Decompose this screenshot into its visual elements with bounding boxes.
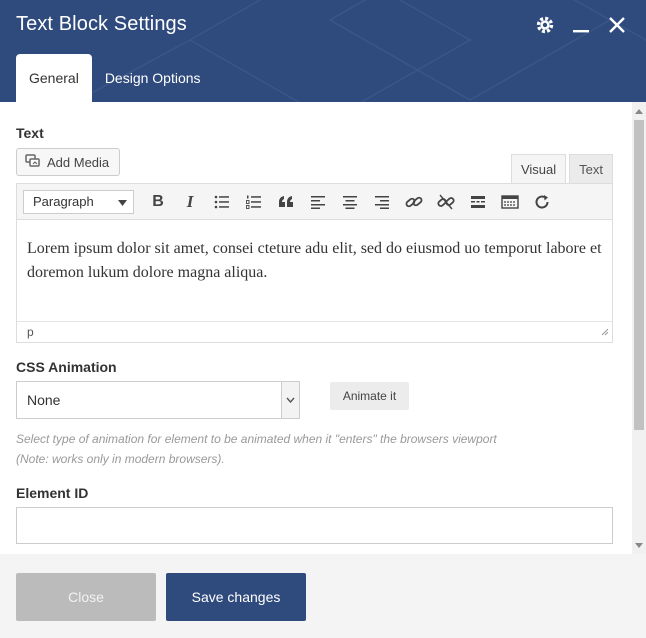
add-media-label: Add Media — [47, 154, 110, 170]
blockquote-button[interactable] — [270, 188, 302, 216]
content-scrollbar[interactable] — [632, 102, 646, 554]
editor-toolbar: Paragraph B I — [17, 184, 612, 220]
align-left-button[interactable] — [302, 188, 334, 216]
link-button[interactable] — [398, 188, 430, 216]
read-more-button[interactable] — [462, 188, 494, 216]
css-animation-value: None — [27, 392, 61, 408]
add-media-button[interactable]: Add Media — [16, 148, 120, 176]
read-more-icon — [471, 195, 485, 208]
chevron-down-icon — [281, 382, 299, 418]
modal-header: Text Block Settings General Design Optio… — [0, 0, 646, 102]
blockquote-icon — [279, 195, 293, 207]
scroll-down-icon[interactable] — [632, 538, 646, 552]
align-left-icon — [311, 195, 325, 209]
align-right-icon — [375, 195, 389, 209]
close-button[interactable]: Close — [16, 573, 156, 621]
animate-it-button[interactable]: Animate it — [330, 382, 409, 410]
modal-footer: Close Save changes — [0, 554, 646, 638]
minimize-icon[interactable] — [570, 14, 592, 36]
editor-status-bar: p — [17, 321, 612, 342]
help-text-line2: (Note: works only in modern browsers). — [16, 452, 225, 466]
modal-content: Text Add Media Visual Text Paragraph B I — [0, 102, 632, 554]
chevron-down-icon — [118, 194, 127, 209]
align-right-button[interactable] — [366, 188, 398, 216]
element-id-field[interactable] — [16, 507, 613, 544]
resize-handle-icon[interactable] — [600, 325, 609, 339]
tab-design-options[interactable]: Design Options — [92, 54, 214, 102]
fullscreen-icon — [535, 194, 549, 209]
numbered-list-button[interactable] — [238, 188, 270, 216]
bullet-list-icon — [214, 195, 229, 208]
css-animation-label: CSS Animation — [16, 359, 117, 375]
bullet-list-button[interactable] — [206, 188, 238, 216]
format-select-value: Paragraph — [33, 194, 94, 209]
italic-icon: I — [186, 191, 194, 211]
text-label: Text — [16, 125, 44, 141]
save-changes-button[interactable]: Save changes — [166, 573, 306, 621]
align-center-button[interactable] — [334, 188, 366, 216]
fullscreen-button[interactable] — [526, 188, 558, 216]
tab-visual[interactable]: Visual — [510, 154, 567, 183]
element-path: p — [27, 325, 34, 339]
modal-title: Text Block Settings — [16, 13, 187, 35]
editor-content[interactable]: Lorem ipsum dolor sit amet, consei ctetu… — [17, 220, 612, 321]
scroll-up-icon[interactable] — [632, 104, 646, 118]
numbered-list-icon — [246, 195, 261, 209]
media-icon — [25, 153, 41, 172]
scrollbar-thumb[interactable] — [634, 120, 644, 430]
css-animation-help: Select type of animation for element to … — [16, 429, 606, 469]
close-icon[interactable] — [606, 14, 628, 36]
gear-icon[interactable] — [534, 14, 556, 36]
italic-button[interactable]: I — [174, 188, 206, 216]
toolbar-toggle-button[interactable] — [494, 188, 526, 216]
unlink-button[interactable] — [430, 188, 462, 216]
css-animation-select[interactable]: None — [16, 381, 300, 419]
bold-button[interactable]: B — [142, 188, 174, 216]
help-text-line1: Select type of animation for element to … — [16, 432, 497, 446]
text-editor: Paragraph B I Lorem ipsum dolor sit amet… — [16, 183, 613, 343]
element-id-label: Element ID — [16, 485, 89, 501]
format-select[interactable]: Paragraph — [23, 189, 134, 214]
toolbar-toggle-icon — [501, 194, 519, 209]
bold-icon: B — [152, 192, 164, 210]
link-icon — [405, 196, 423, 207]
tab-general[interactable]: General — [16, 54, 92, 102]
tab-text[interactable]: Text — [569, 154, 613, 183]
unlink-icon — [437, 194, 455, 209]
align-center-icon — [343, 195, 357, 209]
